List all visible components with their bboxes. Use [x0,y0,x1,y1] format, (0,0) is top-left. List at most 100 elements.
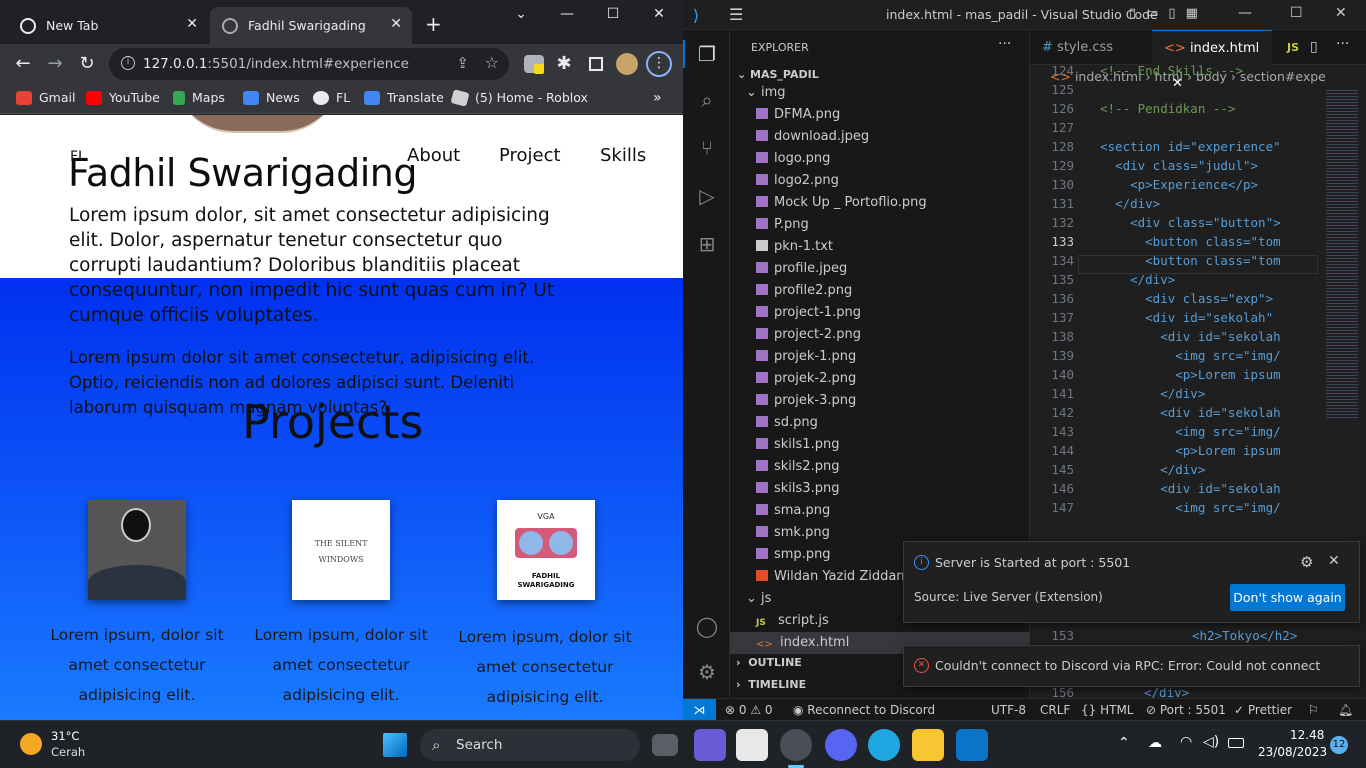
chrome-taskbar-icon[interactable] [780,729,812,761]
bookmark-star-icon[interactable]: ☆ [485,53,499,72]
bookmarks-overflow-icon[interactable]: » [653,90,662,106]
gear-icon[interactable]: ⚙ [1300,553,1313,571]
bookmark-translate[interactable]: Translate [364,90,444,105]
file-item[interactable]: sma.png [730,500,1030,522]
file-item[interactable]: Mock Up _ Portoflio.png [730,192,1030,214]
chevron-up-icon[interactable]: ⌃ [1118,735,1130,751]
workspace-root[interactable]: ⌄ MAS_PADIL [737,68,819,81]
new-tab-button[interactable]: + [425,12,442,36]
discord-icon[interactable] [825,729,857,761]
share-icon[interactable]: ⇪ [456,54,469,72]
minimize-button[interactable]: — [552,6,582,22]
split-editor-icon[interactable]: ▯ [1310,39,1318,55]
wifi-icon[interactable]: ◠ [1180,734,1192,750]
close-window-button[interactable]: ✕ [644,6,674,22]
tab-new-tab[interactable]: New Tab ✕ [8,7,208,44]
run-debug-icon[interactable]: ▷ [695,184,719,208]
nav-skills[interactable]: Skills [600,145,646,166]
file-item[interactable]: profile2.png [730,280,1030,302]
code-editor[interactable]: 124 <!-- End Skills --> 125 126 <!-- Pendidk… [1030,63,1366,540]
bookmark-maps[interactable]: Maps [173,90,225,105]
settings-gear-icon[interactable]: ⚙ [695,660,719,684]
side-panel-icon[interactable] [589,57,603,71]
taskbar-search[interactable]: ⌕ Search [420,729,640,761]
more-actions-icon[interactable]: ··· [1336,36,1349,52]
prettier-status[interactable]: ✓ Prettier [1234,699,1292,720]
nav-project[interactable]: Project [499,145,561,166]
tab-fadhil[interactable]: Fadhil Swarigading ✕ [210,7,412,44]
file-item[interactable]: projek-1.png [730,346,1030,368]
file-item[interactable]: profile.jpeg [730,258,1030,280]
search-icon[interactable]: ⌕ [695,88,719,112]
layout-toggle-icons[interactable]: ▯▭▯▦ [1129,6,1208,21]
file-item[interactable]: skils1.png [730,434,1030,456]
menu-hamburger-icon[interactable]: ☰ [729,5,743,24]
explorer-files-icon[interactable]: ❐ [695,42,719,66]
close-icon[interactable]: ✕ [1328,553,1340,569]
bookmark-gmail[interactable]: Gmail [16,90,75,105]
dont-show-again-button[interactable]: Don't show again [1230,584,1345,611]
timeline-section[interactable]: › TIMELINE [736,678,806,691]
store-icon[interactable] [736,729,768,761]
file-item[interactable]: P.png [730,214,1030,236]
minimap[interactable] [1326,88,1358,418]
bookmark-fl[interactable]: FL [313,90,350,105]
source-control-icon[interactable]: ⑂ [695,136,719,160]
remote-icon[interactable]: ⋊ [683,699,716,720]
bookmark-youtube[interactable]: YouTube [86,90,160,105]
weather-sun-icon[interactable] [20,733,42,755]
encoding-status[interactable]: UTF-8 [991,699,1026,720]
file-item[interactable]: skils3.png [730,478,1030,500]
eol-status[interactable]: CRLF [1040,699,1070,720]
start-windows-icon[interactable] [383,733,407,757]
live-server-port-status[interactable]: ⊘ Port : 5501 [1146,699,1226,720]
file-item[interactable]: projek-2.png [730,368,1030,390]
maximize-button[interactable]: ☐ [598,6,628,22]
accounts-icon[interactable]: ◯ [695,614,719,638]
close-icon[interactable]: ✕ [186,16,198,32]
file-item[interactable]: project-2.png [730,324,1030,346]
profile-avatar[interactable] [616,53,638,75]
discord-status[interactable]: ◉ Reconnect to Discord [793,699,935,720]
outline-section[interactable]: › OUTLINE [736,656,802,669]
clock-date[interactable]: 23/08/2023 [1258,745,1327,759]
task-view-icon[interactable] [652,734,678,756]
notifications-bell-icon[interactable]: 🔔︎ [1338,699,1353,720]
more-actions-icon[interactable]: ··· [998,36,1011,52]
tab-index-html[interactable]: <> index.html ✕ [1152,30,1272,91]
battery-icon[interactable] [1228,738,1244,748]
bookmark-roblox[interactable]: (5) Home - Roblox [450,88,588,107]
language-status[interactable]: {} HTML [1081,699,1134,720]
notification-badge[interactable]: 12 [1330,736,1348,754]
project-card-3[interactable]: VGA FADHIL SWARIGADING [497,500,595,600]
clock-time[interactable]: 12.48 [1290,728,1324,742]
file-item[interactable]: skils2.png [730,456,1030,478]
file-item[interactable]: DFMA.png [730,104,1030,126]
maximize-button[interactable]: ☐ [1290,5,1303,21]
extensions-icon[interactable]: ⊞ [695,232,719,256]
meet-icon[interactable] [694,729,726,761]
reload-icon[interactable]: ↻ [74,52,100,78]
project-card-2[interactable]: THE SILENT WINDOWS [292,500,390,600]
onedrive-cloud-icon[interactable]: ☁ [1148,735,1162,751]
file-item[interactable]: download.jpeg [730,126,1030,148]
site-info-icon[interactable]: i [121,56,135,70]
forward-icon[interactable]: → [42,52,68,78]
file-item[interactable]: sd.png [730,412,1030,434]
back-icon[interactable]: ← [10,52,36,78]
file-item[interactable]: project-1.png [730,302,1030,324]
feedback-icon[interactable]: ⚐ [1308,699,1319,720]
file-item[interactable]: projek-3.png [730,390,1030,412]
file-item[interactable]: pkn-1.txt [730,236,1030,258]
problems-status[interactable]: ⊗ 0 ⚠ 0 [725,699,773,720]
project-card-1[interactable] [88,500,186,600]
menu-kebab-icon[interactable]: ⋮ [646,51,672,77]
edge-icon[interactable] [868,729,900,761]
volume-icon[interactable]: ◁) [1203,734,1219,750]
extension-icon[interactable] [524,55,544,74]
tab-js[interactable]: JS [1275,30,1299,65]
file-explorer-icon[interactable] [912,729,944,761]
address-bar[interactable]: i 127.0.0.1:5501/index.html#experience ⇪… [109,48,509,80]
folder-item[interactable]: ⌄ img [730,82,1030,104]
tab-search-icon[interactable]: ⌄ [506,6,536,22]
